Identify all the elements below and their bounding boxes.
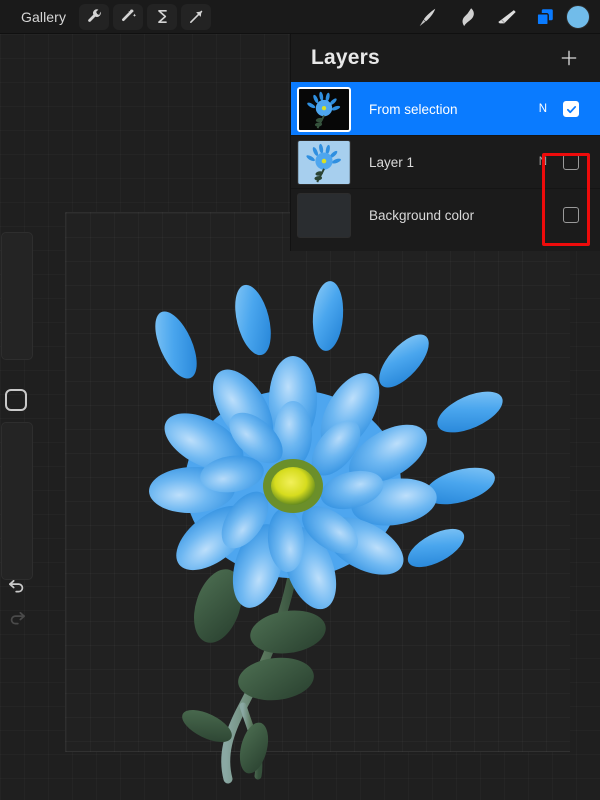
paintbrush-icon[interactable] <box>410 4 444 30</box>
layer-blend-mode[interactable]: N <box>539 156 547 168</box>
left-sidebar <box>0 232 34 642</box>
transform-arrow-glyph <box>188 8 205 25</box>
layer-blend-mode[interactable]: N <box>539 103 547 115</box>
layer-row[interactable]: From selection N <box>291 82 600 135</box>
thumb-art-dark <box>299 89 349 130</box>
thumb-art-light <box>298 141 350 184</box>
smudge-icon[interactable] <box>450 4 484 30</box>
brush-opacity-slider[interactable] <box>1 422 33 580</box>
layer-name: Layer 1 <box>369 155 539 170</box>
eraser-glyph <box>496 6 518 28</box>
layers-glyph <box>534 6 556 28</box>
checkmark-icon <box>566 104 577 115</box>
color-swatch[interactable] <box>566 5 590 29</box>
selection-s-icon[interactable] <box>147 4 177 30</box>
background-swatch-thumb[interactable] <box>297 193 351 238</box>
wrench-glyph <box>86 8 103 25</box>
paintbrush-glyph <box>416 6 438 28</box>
magic-wand-glyph <box>120 8 137 25</box>
transform-arrow-icon[interactable] <box>181 4 211 30</box>
layer-visibility-checkbox[interactable] <box>563 154 579 170</box>
smudge-glyph <box>456 6 478 28</box>
toolbar-right-group <box>410 4 600 30</box>
layer-visibility-checkbox[interactable] <box>563 207 579 223</box>
top-toolbar: Gallery <box>0 0 600 34</box>
wrench-icon[interactable] <box>79 4 109 30</box>
layer-row[interactable]: Layer 1 N <box>291 135 600 188</box>
eraser-icon[interactable] <box>490 4 524 30</box>
magic-wand-icon[interactable] <box>113 4 143 30</box>
layer-name: Background color <box>369 208 547 223</box>
layer-name: From selection <box>369 102 539 117</box>
toolbar-left-group: Gallery <box>0 4 211 30</box>
flower-light-thumb[interactable] <box>297 140 351 185</box>
layer-row[interactable]: Background color <box>291 188 600 241</box>
layers-header: Layers <box>291 34 600 82</box>
plus-icon <box>559 48 579 68</box>
flower-head <box>148 356 440 616</box>
brush-size-slider[interactable] <box>1 232 33 360</box>
procreate-app: Gallery <box>0 0 600 800</box>
modify-square-button[interactable] <box>5 389 27 411</box>
add-layer-button[interactable] <box>556 45 582 71</box>
layers-icon[interactable] <box>530 4 560 30</box>
layers-title: Layers <box>311 46 380 70</box>
layer-visibility-checkbox[interactable] <box>563 101 579 117</box>
flower-dark-thumb[interactable] <box>297 87 351 132</box>
selection-s-glyph <box>154 8 171 25</box>
gallery-button[interactable]: Gallery <box>12 6 75 28</box>
layers-panel: Layers <box>290 34 600 251</box>
